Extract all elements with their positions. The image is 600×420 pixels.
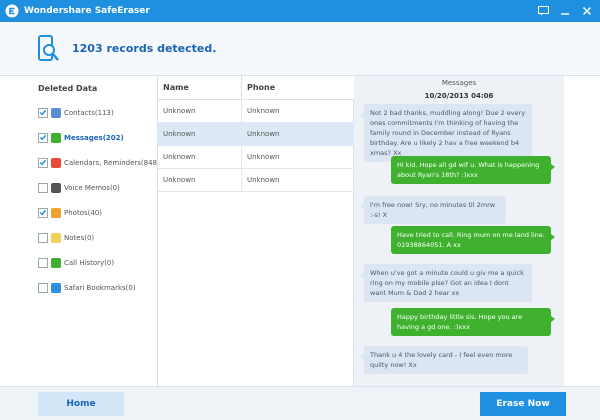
table-row[interactable]: Unknown Unknown [158, 169, 354, 192]
sidebar-item-label: Call History(0) [64, 258, 115, 267]
table-row[interactable]: Unknown Unknown [158, 123, 354, 146]
column-header-name[interactable]: Name [158, 76, 242, 99]
main-content: Deleted Data Contacts(113) Messages(202) C… [0, 76, 600, 386]
erase-now-button[interactable]: Erase Now [480, 392, 566, 416]
app-title: Wondershare SafeEraser [24, 6, 150, 16]
phone-search-icon [36, 35, 62, 65]
sent-message-bubble: Happy birthday little sis. Hope you are … [391, 308, 555, 336]
message-date: 10/20/2013 04:06 [424, 92, 494, 100]
sidebar-item-label: Messages(202) [64, 133, 124, 142]
sidebar-title: Deleted Data [38, 84, 98, 93]
data-category-sidebar: Deleted Data Contacts(113) Messages(202) C… [0, 76, 160, 386]
sidebar-item-call-history[interactable]: Call History(0) [38, 250, 158, 275]
received-message-bubble: When u've got a minute could u giv me a … [360, 264, 532, 302]
cell-name: Unknown [158, 123, 242, 145]
sidebar-item-label: Safari Bookmarks(0) [64, 283, 136, 292]
window-controls [536, 0, 594, 22]
message-preview-panel: Messages 10/20/2013 04:06 Not 2 bad than… [354, 76, 564, 386]
sidebar-item-photos[interactable]: Photos(40) [38, 200, 158, 225]
checkbox-unchecked-icon[interactable] [38, 282, 48, 293]
table-row[interactable]: Unknown Unknown [158, 146, 354, 169]
received-message-bubble: Not 2 bad thanks, muddling along! Due 2 … [360, 104, 532, 162]
sidebar-item-label: Photos(40) [64, 208, 102, 217]
sidebar-item-voice-memo[interactable]: Voice Memos(0) [38, 175, 158, 200]
app-e-logo-icon [5, 4, 19, 18]
cell-phone: Unknown [247, 176, 280, 184]
call-history-icon [51, 257, 61, 268]
cell-name: Unknown [158, 100, 242, 122]
sidebar-item-label: Contacts(113) [64, 108, 114, 117]
right-margin [564, 76, 600, 386]
checkbox-unchecked-icon[interactable] [38, 182, 48, 193]
messages-icon [51, 132, 61, 143]
table-row[interactable]: Unknown Unknown [158, 100, 354, 123]
notes-icon [51, 232, 61, 243]
table-body: Unknown Unknown Unknown Unknown Unknown Unkno… [158, 100, 354, 192]
sidebar-item-label: Calendars, Reminders(848) [64, 158, 160, 167]
sidebar-item-safari[interactable]: Safari Bookmarks(0) [38, 275, 158, 300]
column-header-phone[interactable]: Phone [242, 76, 354, 99]
cell-phone: Unknown [247, 130, 280, 138]
contacts-icon [51, 107, 61, 118]
footer-bar: Home Erase Now [0, 386, 600, 420]
table-header: Name Phone [158, 76, 354, 100]
received-message-bubble: I'm free now! Sry, no minutes til 2mrw :… [360, 196, 506, 224]
feedback-icon[interactable] [536, 4, 550, 18]
sidebar-item-contacts[interactable]: Contacts(113) [38, 100, 158, 125]
cell-name: Unknown [158, 146, 242, 168]
close-icon[interactable] [580, 4, 594, 18]
sent-message-bubble: Hi kid. Hope all gd wif u. What is happe… [391, 156, 555, 184]
category-list: Contacts(113) Messages(202) Calendars, Rem… [38, 100, 160, 300]
voice-memo-icon [51, 182, 61, 193]
sidebar-item-label: Notes(0) [64, 233, 95, 242]
messages-panel-title: Messages [441, 79, 477, 87]
checkbox-checked-icon[interactable] [38, 157, 48, 168]
photos-icon [51, 207, 61, 218]
cell-phone: Unknown [247, 107, 280, 115]
checkbox-checked-icon[interactable] [38, 107, 48, 118]
sidebar-item-notes[interactable]: Notes(0) [38, 225, 158, 250]
sidebar-item-messages[interactable]: Messages(202) [38, 125, 158, 150]
summary-header: 1203 records detected. [0, 22, 600, 76]
safari-icon [51, 282, 61, 293]
title-bar: Wondershare SafeEraser [0, 0, 600, 22]
cell-name: Unknown [158, 169, 242, 191]
calendar-icon [51, 157, 61, 168]
checkbox-checked-icon[interactable] [38, 132, 48, 143]
sent-message-bubble: Have tried to call. Ring mum on me land … [391, 226, 555, 254]
home-button[interactable]: Home [38, 392, 124, 416]
checkbox-unchecked-icon[interactable] [38, 257, 48, 268]
checkbox-unchecked-icon[interactable] [38, 232, 48, 243]
cell-phone: Unknown [247, 153, 280, 161]
received-message-bubble: Thank u 4 the lovely card - I feel even … [360, 346, 528, 374]
sidebar-item-calendar[interactable]: Calendars, Reminders(848) [38, 150, 160, 175]
contacts-table: Name Phone Unknown Unknown Unknown Unknown U… [158, 76, 354, 386]
minimize-icon[interactable] [558, 4, 572, 18]
records-detected-text: 1203 records detected. [72, 42, 217, 55]
checkbox-checked-icon[interactable] [38, 207, 48, 218]
sidebar-item-label: Voice Memos(0) [64, 183, 120, 192]
